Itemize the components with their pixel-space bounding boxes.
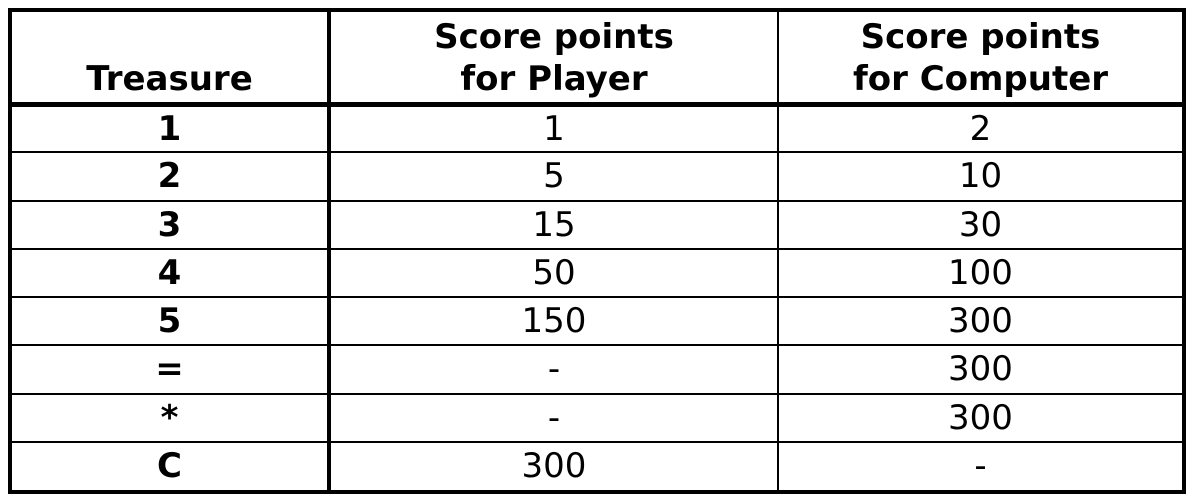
- computer-score-cell: 2: [777, 102, 1182, 154]
- player-score-cell: 300: [328, 440, 779, 490]
- computer-score-cell: 300: [777, 295, 1182, 347]
- treasure-cell: 1: [12, 102, 331, 154]
- computer-score-cell: 10: [777, 151, 1182, 202]
- table-row: C 300 -: [12, 440, 1182, 490]
- header-computer-score: Score points for Computer: [777, 12, 1182, 107]
- treasure-cell: 4: [12, 247, 331, 299]
- table-row: 5 150 300: [12, 295, 1182, 347]
- treasure-cell: C: [12, 440, 331, 490]
- computer-score-cell: -: [777, 440, 1182, 490]
- computer-score-cell: 30: [777, 199, 1182, 250]
- header-computer-line: Score points for Computer: [852, 16, 1109, 99]
- player-score-cell: 5: [328, 151, 779, 202]
- player-score-cell: 15: [328, 199, 779, 250]
- treasure-cell: 2: [12, 151, 331, 202]
- computer-score-cell: 100: [777, 247, 1182, 299]
- player-score-cell: -: [328, 392, 779, 443]
- score-table-container: Treasure Score points for Player Score p…: [8, 8, 1186, 494]
- player-score-cell: 150: [328, 295, 779, 347]
- table-row: = - 300: [12, 344, 1182, 395]
- table-row: 3 15 30: [12, 199, 1182, 250]
- score-table: Treasure Score points for Player Score p…: [12, 12, 1182, 490]
- treasure-cell: =: [12, 344, 331, 395]
- header-player-line: Score points for Player: [434, 16, 674, 99]
- table-header-row: Treasure Score points for Player Score p…: [12, 12, 1182, 107]
- computer-score-cell: 300: [777, 344, 1182, 395]
- table-row: * - 300: [12, 392, 1182, 443]
- header-player-score: Score points for Player: [328, 12, 779, 107]
- treasure-cell: *: [12, 392, 331, 443]
- player-score-cell: 1: [328, 102, 779, 154]
- table-row: 4 50 100: [12, 247, 1182, 299]
- treasure-cell: 5: [12, 295, 331, 347]
- computer-score-cell: 300: [777, 392, 1182, 443]
- treasure-cell: 3: [12, 199, 331, 250]
- header-treasure: Treasure: [12, 12, 331, 107]
- table-row: 1 1 2: [12, 102, 1182, 154]
- player-score-cell: -: [328, 344, 779, 395]
- player-score-cell: 50: [328, 247, 779, 299]
- table-row: 2 5 10: [12, 151, 1182, 202]
